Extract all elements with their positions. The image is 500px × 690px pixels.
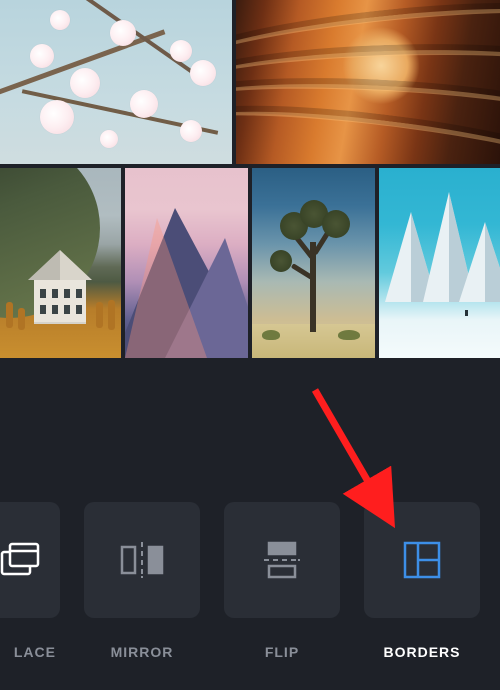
mirror-icon	[120, 542, 164, 578]
photo-grid	[0, 0, 500, 358]
flip-icon	[262, 540, 302, 580]
thumb-snow-peaks[interactable]	[379, 168, 500, 358]
flip-button[interactable]	[224, 502, 340, 618]
borders-button[interactable]	[364, 502, 480, 618]
mirror-button[interactable]	[84, 502, 200, 618]
edit-toolbar: LACE MIRROR FLIP BORDERS	[0, 358, 500, 690]
thumb-joshua-tree[interactable]	[252, 168, 375, 358]
borders-label: BORDERS	[364, 644, 480, 660]
borders-icon	[403, 541, 441, 579]
thumb-canyon[interactable]	[236, 0, 500, 164]
thumb-pink-mountains[interactable]	[125, 168, 248, 358]
mirror-label: MIRROR	[84, 644, 200, 660]
replace-label: LACE	[0, 644, 60, 660]
flip-label: FLIP	[224, 644, 340, 660]
replace-button[interactable]	[0, 502, 60, 618]
thumb-house-autumn[interactable]	[0, 168, 121, 358]
replace-icon	[0, 540, 40, 580]
thumb-cherry-blossoms[interactable]	[0, 0, 232, 164]
